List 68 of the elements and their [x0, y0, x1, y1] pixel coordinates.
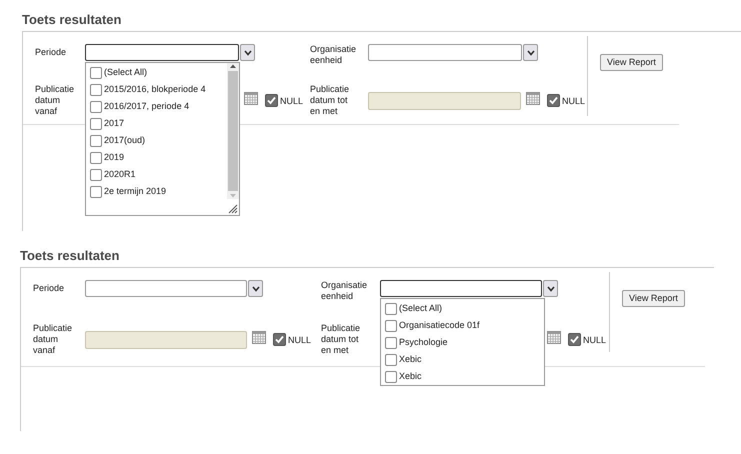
checkbox[interactable]: [546, 94, 560, 107]
null-label: NULL: [583, 334, 606, 348]
dropdown-button[interactable]: [523, 44, 538, 61]
field-label: Periode: [35, 46, 68, 58]
checkbox[interactable]: [385, 320, 397, 332]
checkbox[interactable]: [385, 354, 397, 366]
null-label: NULL: [288, 334, 312, 348]
scroll-up-icon[interactable]: [229, 63, 237, 69]
checkbox[interactable]: [90, 186, 102, 198]
scrollbar-thumb[interactable]: [228, 71, 238, 191]
checkbox[interactable]: [385, 336, 397, 348]
checkbox[interactable]: [90, 84, 102, 96]
caret-icon: [546, 286, 554, 292]
checkbox[interactable]: [90, 66, 102, 78]
view-report-button[interactable]: View Report: [600, 54, 663, 71]
field-label: Organisatie eenheid: [310, 44, 358, 66]
select-field[interactable]: [85, 280, 247, 297]
field-label: Publicatie datum tot en met: [321, 322, 362, 356]
select-field[interactable]: [368, 44, 522, 61]
option-label[interactable]: Organisatiecode 01f: [399, 318, 480, 332]
option-label[interactable]: 2019: [104, 150, 124, 164]
view-report-button[interactable]: View Report: [622, 290, 685, 307]
null-label: NULL: [562, 95, 585, 108]
calendar-icon[interactable]: [547, 331, 561, 344]
option-label[interactable]: 2e termijn 2019: [104, 184, 166, 198]
caret-icon: [244, 50, 252, 56]
option-label[interactable]: (Select All): [104, 66, 148, 80]
option-label[interactable]: 2017: [104, 116, 124, 130]
option-label[interactable]: 2020R1: [104, 168, 136, 182]
resize-grip-icon[interactable]: [228, 204, 238, 214]
caret-icon: [526, 50, 534, 56]
option-label[interactable]: Xebic: [399, 370, 422, 384]
dropdown-button[interactable]: [543, 280, 558, 297]
checkbox[interactable]: [568, 333, 581, 346]
checkbox[interactable]: [265, 94, 278, 107]
section-title: Toets resultaten: [22, 11, 122, 29]
option-label[interactable]: Xebic: [399, 352, 422, 366]
select-field[interactable]: [85, 44, 239, 61]
field-label: Publicatie datum tot en met: [310, 84, 350, 116]
option-label[interactable]: 2015/2016, blokperiode 4: [104, 82, 206, 96]
checkbox[interactable]: [90, 100, 102, 112]
option-label[interactable]: 2016/2017, periode 4: [104, 100, 190, 114]
checkbox[interactable]: [90, 168, 102, 180]
checkbox[interactable]: [90, 118, 102, 130]
option-label[interactable]: Psychologie: [399, 336, 448, 350]
checkbox[interactable]: [385, 370, 397, 382]
field-label: Organisatie eenheid: [321, 280, 368, 302]
calendar-icon[interactable]: [526, 92, 540, 105]
calendar-icon[interactable]: [244, 92, 258, 105]
field-label: Publicatie datum vanaf: [35, 84, 75, 116]
dropdown-button[interactable]: [240, 44, 255, 61]
checkbox[interactable]: [385, 302, 397, 314]
section-title: Toets resultaten: [20, 247, 120, 265]
caret-icon: [252, 286, 260, 292]
field-label: Publicatie datum vanaf: [33, 322, 73, 356]
scrollbar[interactable]: [227, 63, 239, 199]
option-label[interactable]: (Select All): [399, 302, 442, 316]
option-label[interactable]: 2017(oud): [104, 134, 146, 148]
null-label: NULL: [280, 95, 304, 108]
checkbox[interactable]: [90, 152, 102, 164]
date-field[interactable]: [85, 330, 247, 348]
checkbox[interactable]: [273, 333, 286, 346]
date-field[interactable]: [368, 92, 521, 110]
dropdown-button[interactable]: [248, 280, 263, 297]
checkbox[interactable]: [90, 134, 102, 146]
calendar-icon[interactable]: [252, 331, 266, 344]
select-field[interactable]: [380, 280, 542, 297]
field-label: Periode: [33, 282, 66, 294]
